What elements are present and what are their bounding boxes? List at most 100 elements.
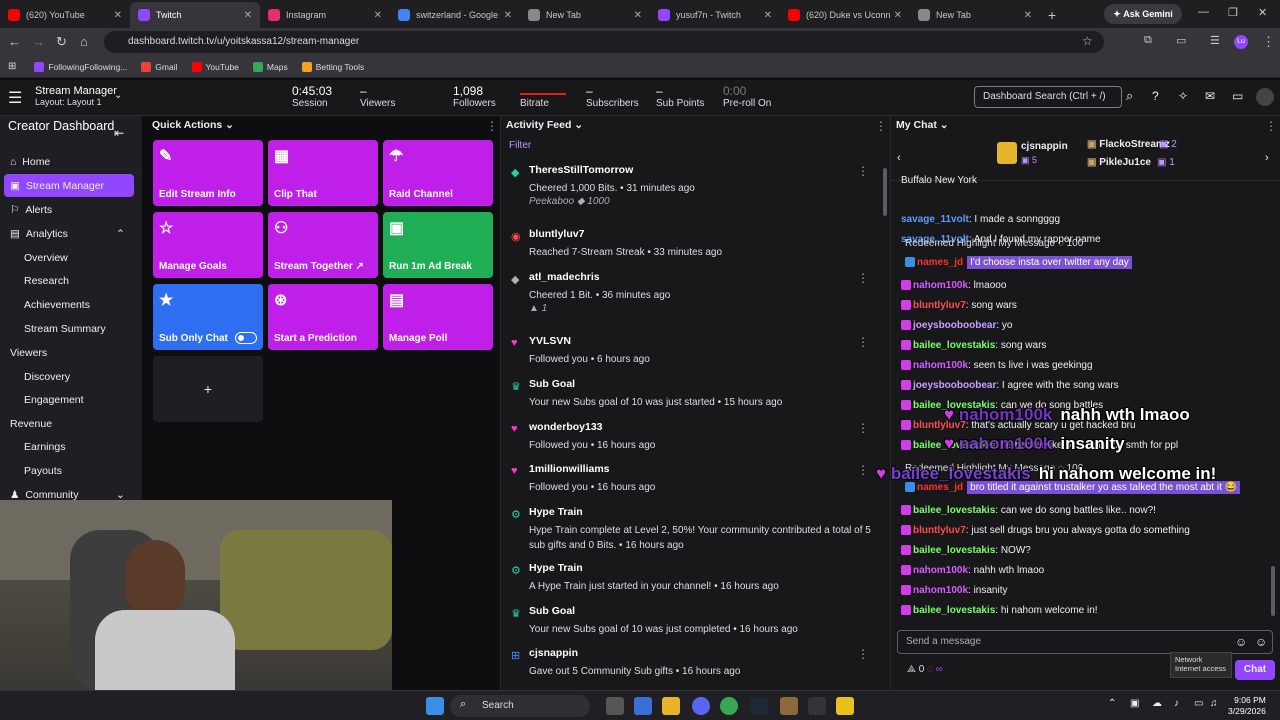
widgets-icon[interactable]	[634, 697, 652, 715]
layout-selector[interactable]: Stream Manager Layout: Layout 1	[35, 85, 117, 107]
kebab-icon[interactable]: ⋮	[857, 335, 869, 349]
chevron-left-icon[interactable]: ‹	[897, 152, 901, 164]
chat-message[interactable]: bailee_lovestakis: NOW?	[901, 545, 1031, 556]
chat-username[interactable]: bluntlyluv7	[913, 300, 966, 311]
quick-action-clip-that[interactable]: ▦ Clip That	[268, 140, 378, 206]
maximize-icon[interactable]: ❐	[1228, 6, 1238, 19]
sidebar-item-viewers[interactable]: Viewers	[10, 347, 47, 359]
chat-message[interactable]: joeysbooboobear: yo	[901, 320, 1012, 331]
quick-actions-title[interactable]: Quick Actions ⌄	[152, 119, 234, 131]
chat-message[interactable]: bailee_lovestakis: song wars	[901, 340, 1046, 351]
help-icon[interactable]: ?	[1152, 89, 1159, 103]
stat-subscribers[interactable]: – Subscribers	[586, 84, 639, 109]
browser-tab[interactable]: (620) YouTube ✕	[0, 2, 130, 28]
close-tab-icon[interactable]: ✕	[894, 10, 902, 21]
back-icon[interactable]: ←	[8, 34, 21, 49]
kebab-icon[interactable]: ⋮	[875, 119, 887, 133]
browser-tab[interactable]: New Tab ✕	[520, 2, 650, 28]
filter-link[interactable]: Filter	[509, 140, 531, 151]
file-explorer-icon[interactable]	[662, 697, 680, 715]
channel-points[interactable]: ⟁ 0 ◌ ∞	[907, 664, 943, 675]
chat-message[interactable]: nahom100k: insanity	[901, 585, 1008, 596]
quick-action-stream-together[interactable]: ⚇ Stream Together ↗	[268, 212, 378, 278]
extensions-icon[interactable]: ⧉	[1144, 34, 1152, 47]
kebab-icon[interactable]: ⋮	[1265, 119, 1277, 133]
close-tab-icon[interactable]: ✕	[1024, 10, 1032, 21]
chat-message[interactable]: bluntlyluv7: song wars	[901, 300, 1017, 311]
game-icon[interactable]	[780, 697, 798, 715]
chat-username[interactable]: bailee_lovestakis	[913, 545, 995, 556]
bookmark-following[interactable]: FollowingFollowing...	[34, 61, 127, 72]
forward-icon[interactable]: →	[32, 34, 45, 49]
reload-icon[interactable]: ↻	[56, 34, 67, 50]
sidebar-item-discovery[interactable]: Discovery	[24, 371, 70, 383]
volume-icon[interactable]: ♫	[1210, 698, 1218, 709]
sub-only-toggle[interactable]	[235, 332, 257, 344]
chat-username[interactable]: bailee_lovestakis	[913, 605, 995, 616]
sidebar-item-engagement[interactable]: Engagement	[24, 394, 84, 406]
sidepanel-icon[interactable]: ▭	[1176, 34, 1186, 47]
minimize-icon[interactable]: —	[1198, 6, 1209, 18]
emote-picker-icon[interactable]: ☺	[1235, 635, 1247, 649]
chat-send-button[interactable]: Chat	[1235, 660, 1275, 680]
chat-message[interactable]: bailee_lovestakis: can we do song battle…	[901, 505, 1156, 516]
sidebar-item-stream-summary[interactable]: Stream Summary	[24, 323, 106, 335]
chat-message[interactable]: savage_11volt: I made a sonngggg	[901, 214, 1060, 225]
close-tab-icon[interactable]: ✕	[504, 10, 512, 21]
quick-action-raid-channel[interactable]: ☂ Raid Channel	[383, 140, 493, 206]
onedrive-icon[interactable]: ☁	[1152, 698, 1162, 709]
whispers-icon[interactable]: ▭	[1232, 89, 1243, 103]
apps-icon[interactable]: ⊞	[8, 61, 16, 72]
add-quick-action-button[interactable]: +	[153, 356, 263, 422]
kebab-icon[interactable]: ⋮	[857, 463, 869, 477]
stat-sub-points[interactable]: – Sub Points	[656, 84, 704, 109]
tray-app-icon[interactable]: ▣	[1130, 698, 1139, 709]
hamburger-icon[interactable]: ☰	[8, 88, 22, 108]
chat-username[interactable]: bailee_lovestakis	[913, 340, 995, 351]
taskbar-search[interactable]: Search	[450, 695, 590, 717]
browser-tab[interactable]: yusuf7n - Twitch ✕	[650, 2, 780, 28]
chat-username[interactable]: nahom100k	[913, 280, 968, 291]
system-clock[interactable]: 9:06 PM 3/29/2026	[1228, 695, 1266, 717]
kebab-icon[interactable]: ⋮	[857, 421, 869, 435]
bookmark-star-icon[interactable]: ☆	[1082, 34, 1093, 48]
chrome-icon[interactable]	[720, 697, 738, 715]
chat-username[interactable]: joeysbooboobear	[913, 320, 996, 331]
smiley-icon[interactable]: ☺	[1255, 635, 1267, 649]
menu-icon[interactable]: ⋮	[1262, 34, 1275, 50]
quick-action-run-1m-ad-break[interactable]: ▣ Run 1m Ad Break	[383, 212, 493, 278]
sidebar-item-alerts[interactable]: ⚐ Alerts	[10, 204, 52, 216]
tray-chevron-icon[interactable]: ⌃	[1108, 698, 1116, 709]
ask-gemini-button[interactable]: ✦ Ask Gemini	[1104, 4, 1182, 24]
home-icon[interactable]: ⌂	[80, 34, 88, 49]
close-tab-icon[interactable]: ✕	[634, 10, 642, 21]
quick-action-edit-stream-info[interactable]: ✎ Edit Stream Info	[153, 140, 263, 206]
chat-message[interactable]: joeysbooboobear: I agree with the song w…	[901, 380, 1119, 391]
sidebar-item-analytics[interactable]: ▤ Analytics ⌃	[10, 228, 125, 240]
chat-message[interactable]: Redeemed Highlight My Message ◌ 100	[905, 238, 1083, 249]
chat-username[interactable]: bailee_lovestakis	[913, 505, 995, 516]
browser-tab[interactable]: Twitch ✕	[130, 2, 260, 28]
chevron-right-icon[interactable]: ›	[1265, 152, 1269, 164]
stat-pre-roll-on[interactable]: 0:00 Pre-roll On	[723, 84, 771, 109]
kebab-icon[interactable]: ⋮	[486, 119, 498, 133]
chat-message[interactable]: bailee_lovestakis: hi nahom welcome in!	[901, 605, 1098, 616]
chat-message[interactable]: nahom100k: seen ts live i was geekingg	[901, 360, 1093, 371]
chat-username[interactable]: nahom100k	[913, 565, 968, 576]
search-icon[interactable]: ⌕	[1126, 88, 1133, 104]
bookmark-youtube[interactable]: YouTube	[191, 61, 239, 72]
chat-username[interactable]: nahom100k	[913, 360, 968, 371]
quick-action-manage-goals[interactable]: ☆ Manage Goals	[153, 212, 263, 278]
scrollbar[interactable]	[1271, 566, 1275, 616]
mic-icon[interactable]: ♪	[1174, 698, 1179, 709]
stat-viewers[interactable]: – Viewers	[360, 84, 395, 109]
chat-message-input[interactable]: Send a message	[897, 630, 1273, 654]
sidebar-item-revenue[interactable]: Revenue	[10, 418, 52, 430]
epic-icon[interactable]	[808, 697, 826, 715]
bookmark-maps[interactable]: Maps	[252, 61, 288, 72]
chat-message[interactable]: nahom100k: lmaooo	[901, 280, 1006, 291]
close-tab-icon[interactable]: ✕	[114, 10, 122, 21]
chat-message[interactable]: Buffalo New York	[901, 175, 977, 186]
network-icon[interactable]: ▭	[1194, 698, 1203, 709]
chat-username[interactable]: bluntlyluv7	[913, 525, 966, 536]
